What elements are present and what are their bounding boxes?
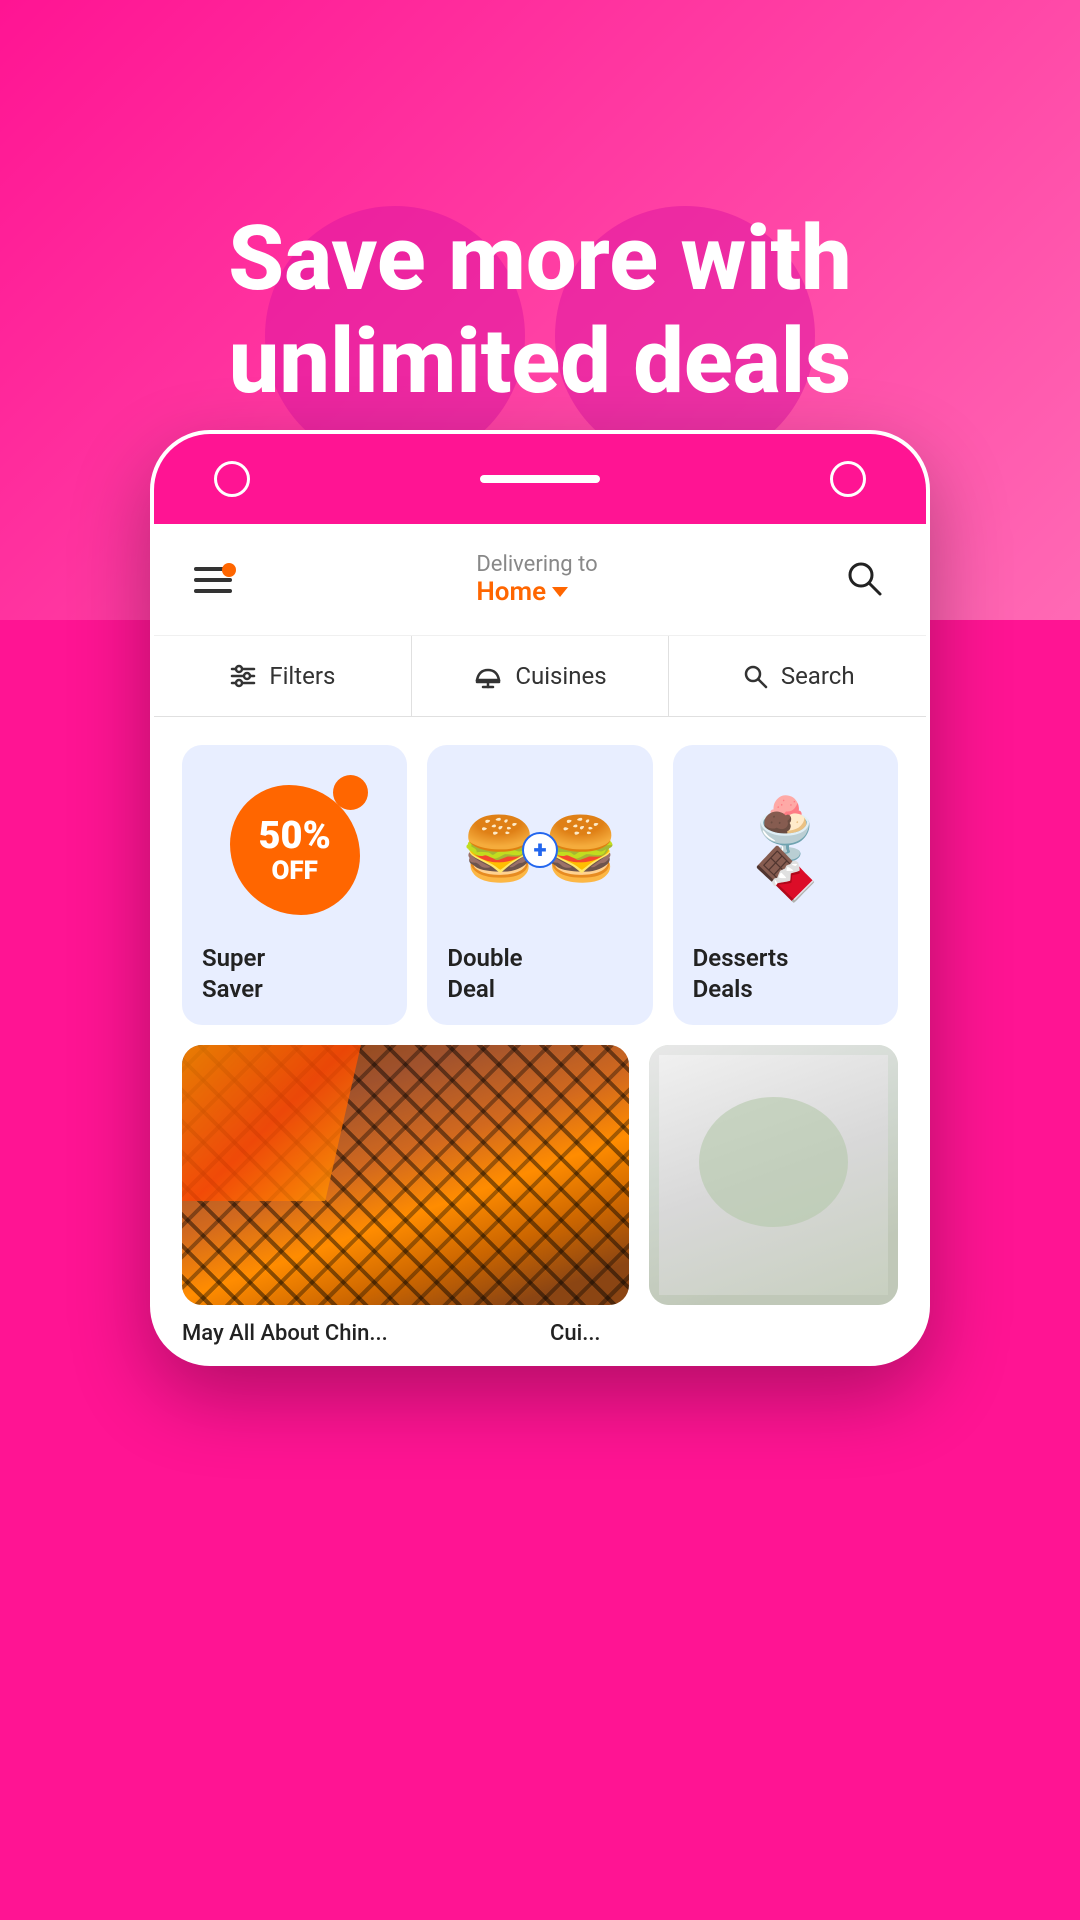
bottom-labels-row: May All About Chin... Cui... (154, 1305, 926, 1362)
desserts-deals-label: DessertsDeals (693, 943, 878, 1005)
phone-circle-right (830, 461, 866, 497)
menu-notification-dot (222, 563, 236, 577)
menu-line-3 (194, 589, 232, 593)
chevron-down-icon (552, 587, 568, 597)
menu-line-2 (194, 578, 232, 582)
search-icon (842, 556, 886, 600)
phone-circle-left (214, 461, 250, 497)
filters-button[interactable]: Filters (154, 636, 412, 716)
food-label-2: Cui... (550, 1321, 898, 1346)
desserts-deals-card[interactable]: 🍨 🍫 DessertsDeals (673, 745, 898, 1025)
super-saver-label: SuperSaver (202, 943, 387, 1005)
phone-bar (480, 475, 600, 483)
saver-badge: 50% OFF (230, 785, 360, 915)
double-deal-card[interactable]: 🍔 + 🍔 DoubleDeal (427, 745, 652, 1025)
search-filter-label: Search (781, 662, 855, 690)
filters-label: Filters (269, 662, 335, 690)
filter-bar: Filters Cuisines Search (154, 636, 926, 717)
cuisines-button[interactable]: Cuisines (412, 636, 670, 716)
menu-button[interactable] (194, 567, 232, 593)
deals-grid: 50% OFF SuperSaver 🍔 + 🍔 (154, 717, 926, 1045)
food-photos-row (154, 1045, 926, 1305)
delivery-location: Home (476, 577, 597, 607)
double-deal-image: 🍔 + 🍔 (447, 765, 632, 935)
super-saver-card[interactable]: 50% OFF SuperSaver (182, 745, 407, 1025)
double-deal-label: DoubleDeal (447, 943, 632, 1005)
filters-icon (229, 662, 257, 690)
phone-top-bar (154, 434, 926, 524)
plus-icon: + (522, 832, 558, 868)
bowl-food-image (649, 1045, 898, 1305)
desserts-image: 🍨 🍫 (693, 765, 878, 935)
search-filter-icon (741, 662, 769, 690)
cuisines-label: Cuisines (515, 662, 606, 690)
header-search-button[interactable] (842, 556, 886, 604)
delivery-info[interactable]: Delivering to Home (476, 552, 597, 607)
search-filter-button[interactable]: Search (669, 636, 926, 716)
bottom-background (0, 1760, 1080, 1920)
saver-off: OFF (271, 858, 317, 884)
food-photo-main[interactable] (182, 1045, 629, 1305)
cuisines-icon (473, 662, 503, 690)
food-photo-small[interactable] (649, 1045, 898, 1305)
app-header: Delivering to Home (154, 524, 926, 636)
grilled-food-image (182, 1045, 629, 1305)
phone-mockup: Delivering to Home (150, 430, 930, 1366)
hero-title: Save more with unlimited deals (0, 207, 1080, 414)
delivering-label: Delivering to (476, 552, 597, 577)
saver-percent: 50% (259, 816, 331, 858)
super-saver-image: 50% OFF (202, 765, 387, 935)
food-label-1: May All About Chin... (182, 1321, 530, 1346)
app-screen: Delivering to Home (154, 524, 926, 1362)
